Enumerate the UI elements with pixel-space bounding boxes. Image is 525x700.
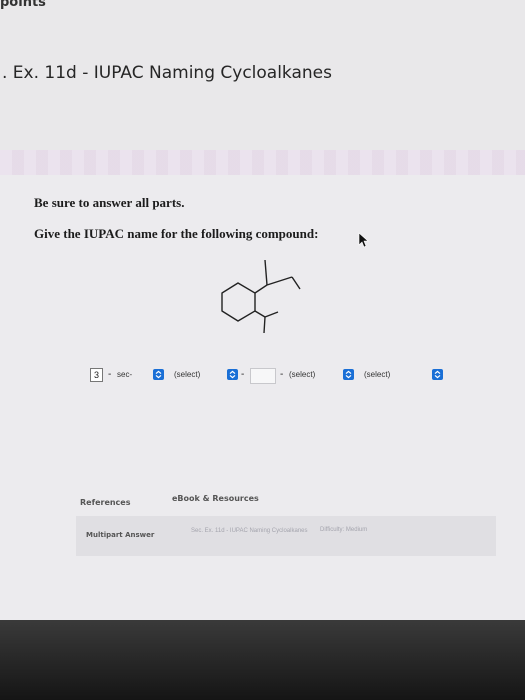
page-title: . Ex. 11d - IUPAC Naming Cycloalkanes [2, 63, 332, 83]
mouse-pointer-icon [358, 232, 369, 248]
chevron-up-down-icon[interactable] [227, 369, 238, 380]
select-2-value: (select) [174, 370, 201, 379]
dash-separator: - [108, 369, 112, 380]
select-4-value: (select) [364, 370, 391, 379]
points-label: points [0, 0, 46, 10]
instruction-text: Be sure to answer all parts. [34, 195, 185, 210]
locant-input[interactable]: 3 [90, 368, 103, 382]
answer-row: 3 - sec- (select) - - (select) (select) [0, 360, 525, 390]
select-dropdown-3[interactable]: (select) [287, 368, 354, 382]
ebook-resources-tab[interactable]: eBook & Resources [172, 494, 259, 503]
compound-structure [221, 259, 301, 334]
chevron-up-down-icon[interactable] [343, 369, 354, 380]
bond-ethyl [266, 276, 293, 286]
monitor-bezel [0, 620, 525, 700]
top-bar: points [0, 0, 525, 14]
select-dropdown-4[interactable]: (select) [362, 368, 443, 382]
chevron-up-down-icon[interactable] [153, 369, 164, 380]
prefix-select[interactable]: sec- [115, 368, 164, 382]
bond-isopropyl-a [264, 311, 279, 318]
dash-separator: - [241, 369, 245, 380]
chevron-up-down-icon[interactable] [432, 369, 443, 380]
bond-isopropyl-b [263, 316, 266, 334]
bond-ethyl-end [291, 276, 301, 290]
dash-separator: - [280, 369, 284, 380]
bond-ring-isopropyl [254, 310, 266, 318]
section-text: Sec. Ex. 11d - IUPAC Naming Cycloalkanes [191, 528, 308, 534]
select-dropdown-2[interactable]: (select) [172, 368, 238, 382]
text-input-blank[interactable] [250, 368, 276, 384]
difficulty-text: Difficulty: Medium [320, 527, 368, 533]
bond-methyl-up [264, 259, 268, 286]
select-3-value: (select) [289, 370, 316, 379]
resource-tabs: References eBook & Resources [0, 494, 525, 514]
answer-type-label: Multipart Answer [86, 531, 155, 539]
question-prompt: Give the IUPAC name for the following co… [34, 226, 319, 241]
bond-ring-ch [254, 284, 268, 294]
cyclohexane-ring [221, 282, 256, 322]
references-tab[interactable]: References [80, 498, 131, 507]
prefix-select-value: sec- [117, 370, 133, 379]
